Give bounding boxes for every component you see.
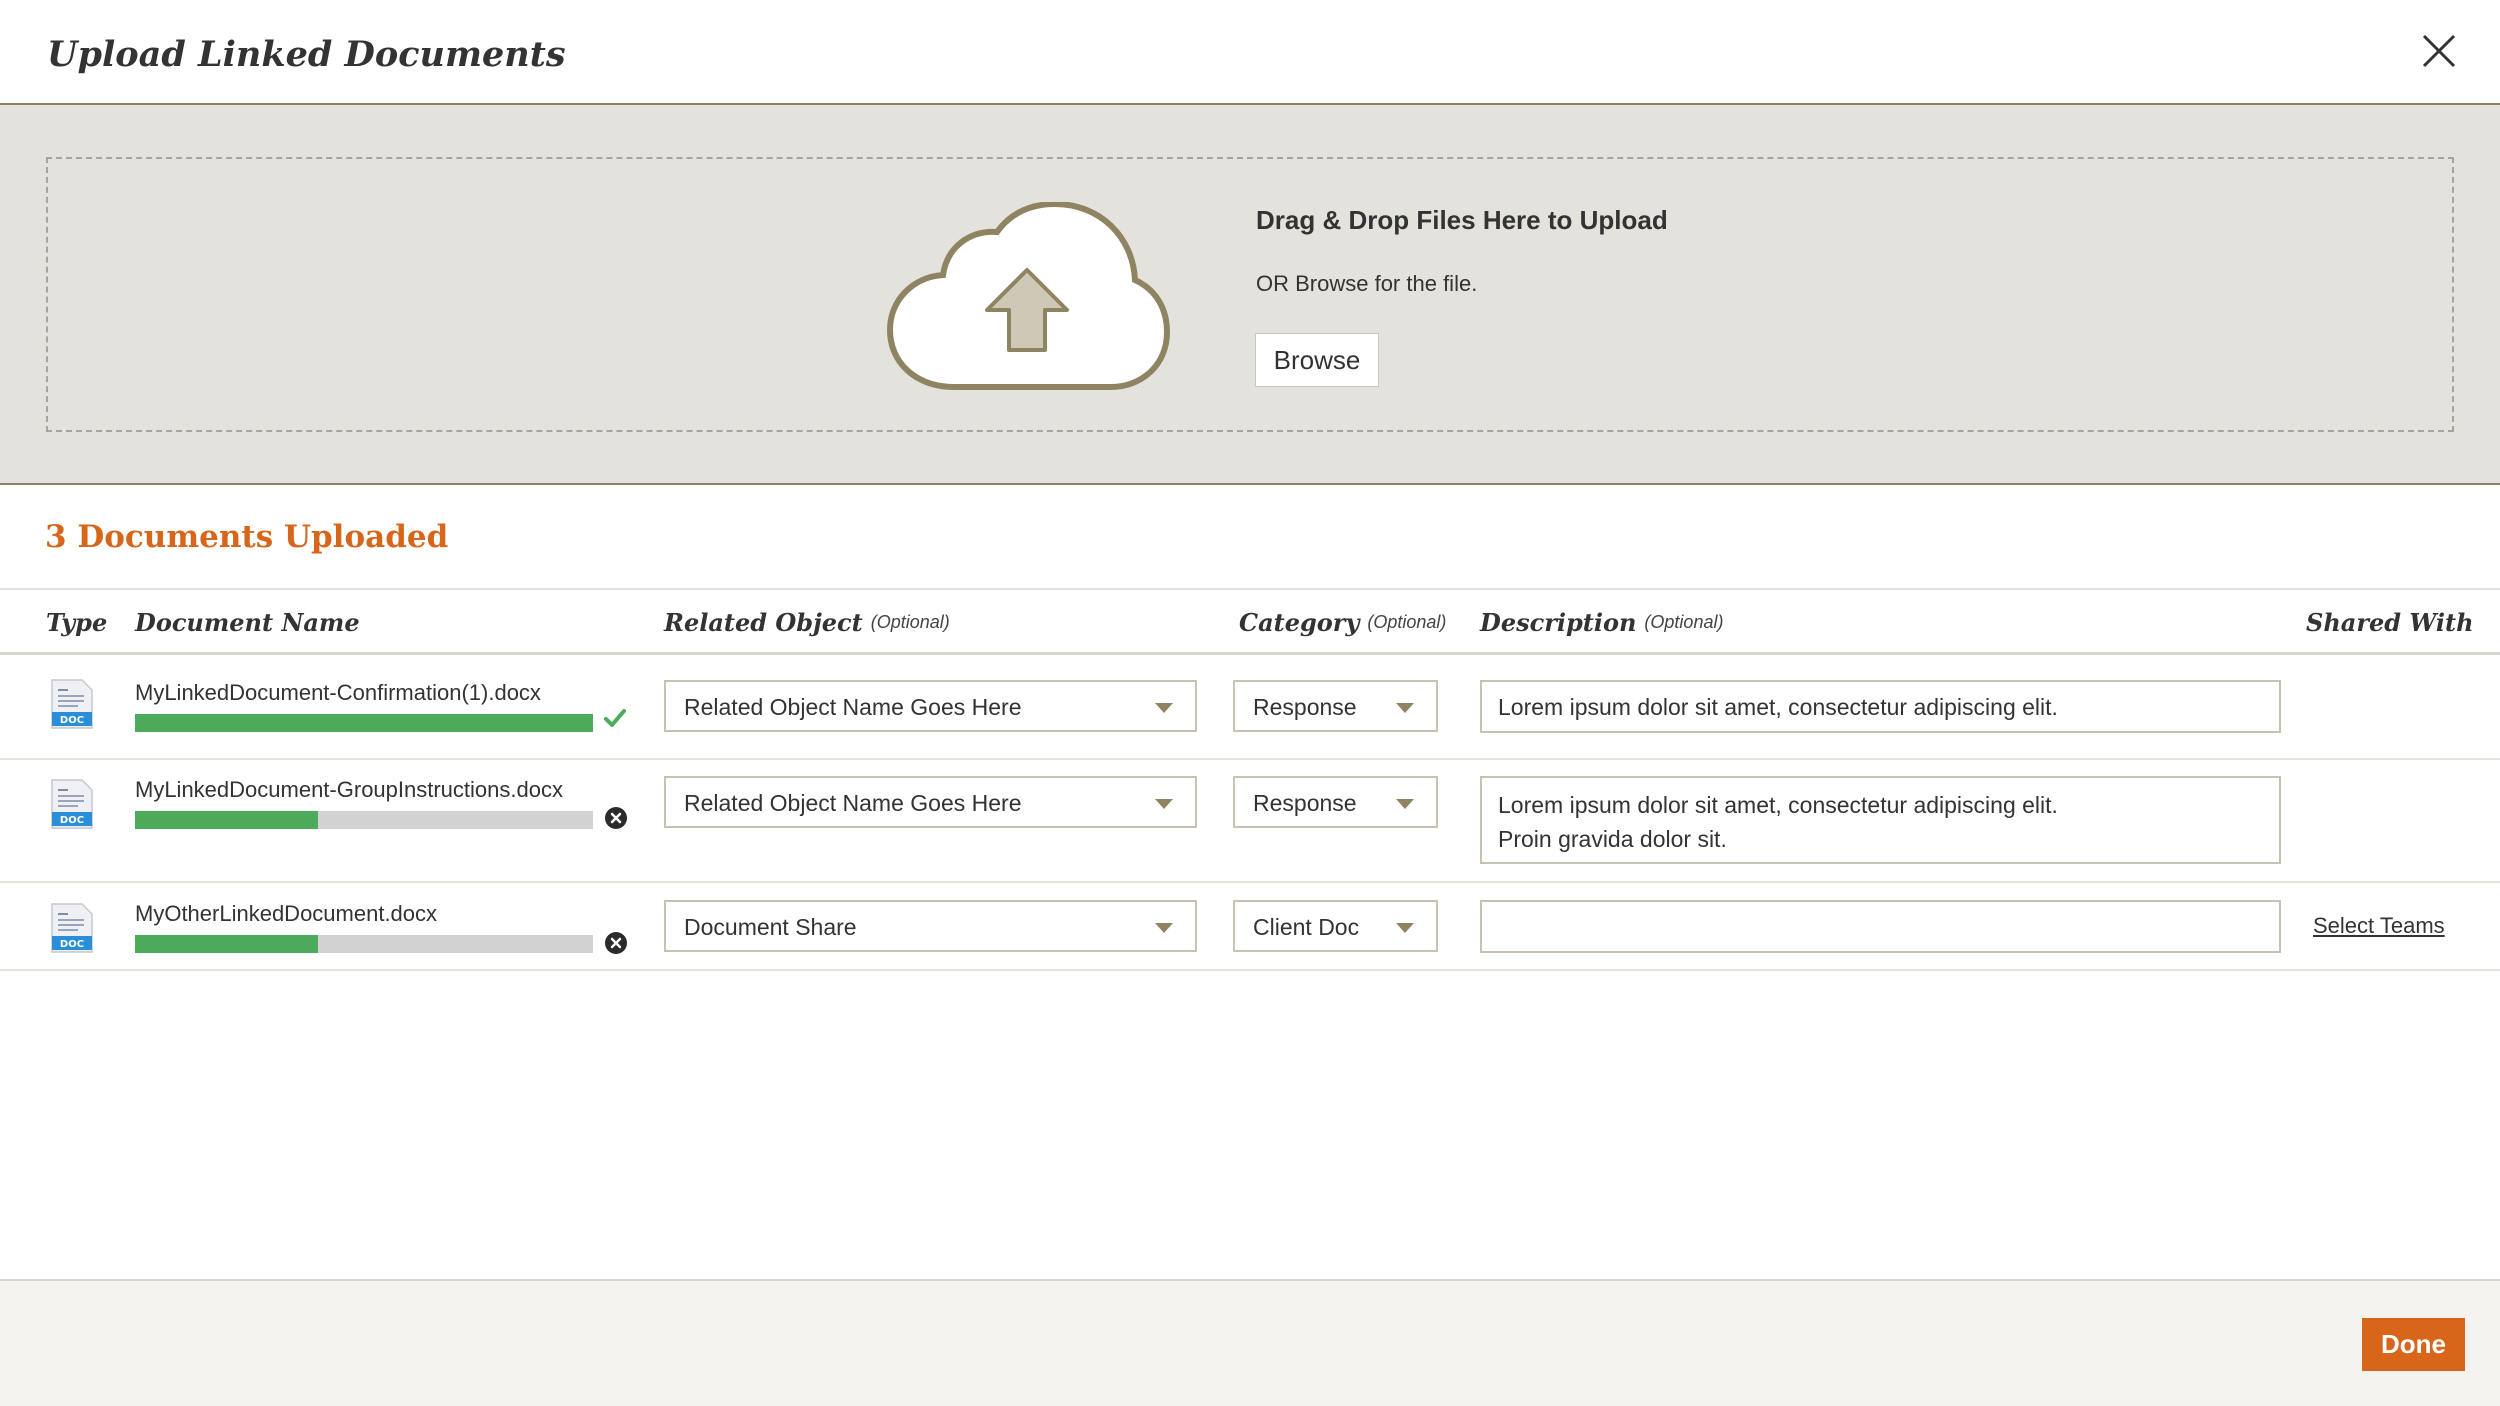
header-type: Type: [46, 608, 108, 637]
header-related-object: Related Object (Optional): [664, 608, 950, 637]
description-field[interactable]: Lorem ipsum dolor sit amet, consectetur …: [1480, 776, 2281, 864]
browse-button[interactable]: Browse: [1255, 333, 1379, 387]
drop-heading: Drag & Drop Files Here to Upload: [1256, 205, 1668, 235]
category-value: Client Doc: [1253, 914, 1360, 940]
dialog-header: Upload Linked Documents: [0, 0, 2500, 105]
doc-file-icon: DOC: [51, 679, 93, 729]
related-object-value: Related Object Name Goes Here: [684, 694, 1022, 720]
header-description: Description (Optional): [1480, 608, 1723, 637]
header-description-label: Description: [1480, 608, 1637, 637]
document-name: MyOtherLinkedDocument.docx: [135, 901, 438, 926]
header-divider: [0, 652, 2500, 655]
progress-fill: [135, 811, 319, 829]
description-field[interactable]: [1480, 900, 2281, 953]
header-category-label: Category: [1239, 608, 1360, 637]
related-object-value: Document Share: [684, 914, 857, 940]
progress-fill: [135, 714, 593, 732]
doc-file-icon: DOC: [51, 903, 93, 953]
file-type-label: DOC: [60, 715, 84, 726]
doc-file-icon: DOC: [51, 779, 93, 829]
checkmark-icon: [604, 709, 626, 727]
cloud-upload-icon: [886, 202, 1170, 390]
category-value: Response: [1253, 790, 1357, 816]
header-category: Category (Optional): [1239, 608, 1446, 637]
dialog-footer: [0, 1279, 2500, 1406]
uploaded-count-title: 3 Documents Uploaded: [45, 519, 449, 555]
cancel-upload-icon[interactable]: [604, 931, 628, 955]
done-button[interactable]: Done: [2362, 1318, 2465, 1371]
caret-down-icon: [1396, 703, 1414, 713]
file-type-label: DOC: [60, 939, 84, 950]
upload-progress-bar: [135, 811, 593, 829]
document-name: MyLinkedDocument-GroupInstructions.docx: [135, 777, 563, 802]
optional-label: (Optional): [1367, 612, 1447, 632]
caret-down-icon: [1155, 799, 1173, 809]
caret-down-icon: [1155, 923, 1173, 933]
upload-zone: Drag & Drop Files Here to Upload OR Brow…: [0, 105, 2500, 485]
document-name: MyLinkedDocument-Confirmation(1).docx: [135, 680, 541, 705]
optional-label: (Optional): [1644, 612, 1724, 632]
row-divider: [0, 881, 2500, 883]
progress-fill: [135, 935, 319, 953]
caret-down-icon: [1396, 799, 1414, 809]
row-divider: [0, 758, 2500, 760]
related-object-select[interactable]: Related Object Name Goes Here: [664, 680, 1197, 732]
select-teams-link[interactable]: Select Teams: [2313, 913, 2445, 939]
drop-area[interactable]: [46, 157, 2454, 432]
related-object-select[interactable]: Document Share: [664, 900, 1197, 952]
upload-progress-bar: [135, 714, 593, 732]
drop-subtext: OR Browse for the file.: [1256, 271, 1478, 296]
row-divider: [0, 969, 2500, 971]
category-select[interactable]: Response: [1233, 680, 1438, 732]
file-type-label: DOC: [60, 815, 84, 826]
category-select[interactable]: Client Doc: [1233, 900, 1438, 952]
header-shared-with: Shared With: [2306, 608, 2474, 637]
optional-label: (Optional): [870, 612, 950, 632]
header-related-object-label: Related Object: [664, 608, 863, 637]
caret-down-icon: [1396, 923, 1414, 933]
cancel-upload-icon[interactable]: [604, 806, 628, 830]
related-object-value: Related Object Name Goes Here: [684, 790, 1022, 816]
divider: [0, 588, 2500, 590]
header-document-name: Document Name: [135, 608, 360, 637]
dialog-title: Upload Linked Documents: [47, 34, 566, 75]
upload-progress-bar: [135, 935, 593, 953]
close-icon[interactable]: [2420, 32, 2458, 70]
category-select[interactable]: Response: [1233, 776, 1438, 828]
related-object-select[interactable]: Related Object Name Goes Here: [664, 776, 1197, 828]
description-field[interactable]: Lorem ipsum dolor sit amet, consectetur …: [1480, 680, 2281, 733]
category-value: Response: [1253, 694, 1357, 720]
caret-down-icon: [1155, 703, 1173, 713]
